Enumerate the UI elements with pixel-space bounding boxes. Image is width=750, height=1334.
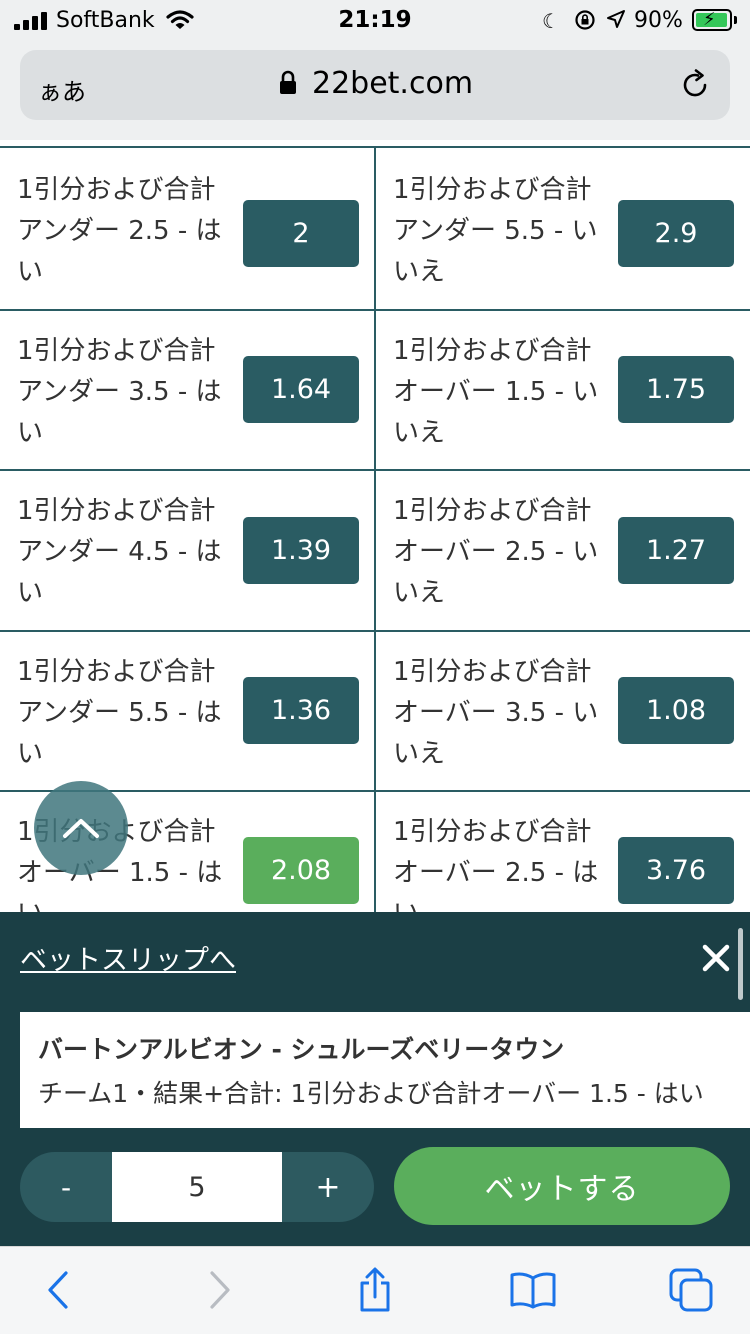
market-cell[interactable]: 1引分および合計アンダー 4.5 - はい 1.39 — [0, 471, 374, 630]
bet-slip-link[interactable]: ベットスリップへ — [20, 938, 236, 977]
close-icon[interactable] — [700, 942, 732, 978]
place-bet-button[interactable]: ベットする — [394, 1147, 730, 1225]
bookmarks-icon[interactable] — [508, 1265, 558, 1315]
market-cell[interactable]: 1引分および合計オーバー 2.5 - はい 3.76 — [376, 792, 750, 914]
selection-detail: チーム1・結果+合計: 1引分および合計オーバー 1.5 - はい — [38, 1079, 704, 1108]
odds-button[interactable]: 1.64 — [243, 356, 359, 423]
moon-icon: ☾ — [542, 9, 560, 33]
row-divider — [0, 630, 750, 632]
odds-button-selected[interactable]: 2.08 — [243, 837, 359, 904]
market-cell[interactable]: 1引分および合計オーバー 3.5 - いいえ 1.08 — [376, 632, 750, 791]
market-label: 1引分および合計オーバー 2.5 - はい — [393, 817, 599, 914]
text-size-button[interactable]: ぁあ — [38, 72, 86, 107]
tabs-icon[interactable] — [666, 1265, 716, 1315]
odds-button[interactable]: 3.76 — [618, 837, 734, 904]
browser-address-area: ぁあ 22bet.com — [0, 40, 750, 140]
scroll-to-top-button[interactable] — [34, 781, 128, 875]
market-label: 1引分および合計アンダー 3.5 - はい — [17, 336, 222, 448]
status-bar: SoftBank 21:19 ☾ 90% ⚡ — [0, 0, 750, 40]
market-cell[interactable]: 1引分および合計アンダー 3.5 - はい 1.64 — [0, 311, 374, 470]
rotation-lock-icon — [574, 9, 596, 35]
bolt-icon: ⚡ — [703, 9, 716, 30]
browser-toolbar — [0, 1246, 750, 1334]
forward-icon[interactable] — [194, 1265, 244, 1315]
odds-button[interactable]: 1.36 — [243, 677, 359, 744]
screen: SoftBank 21:19 ☾ 90% ⚡ ぁあ 22bet.com 1引分お… — [0, 0, 750, 1334]
share-icon[interactable] — [350, 1265, 400, 1315]
odds-button[interactable]: 2.9 — [618, 200, 734, 267]
reload-icon[interactable] — [678, 68, 712, 106]
url-text[interactable]: 22bet.com — [312, 66, 473, 101]
market-label: 1引分および合計アンダー 4.5 - はい — [17, 496, 222, 608]
decrease-stake-button[interactable]: - — [20, 1152, 112, 1222]
market-label: 1引分および合計アンダー 5.5 - はい — [17, 657, 222, 769]
odds-button[interactable]: 2 — [243, 200, 359, 267]
lock-icon — [278, 70, 298, 100]
column-divider — [374, 146, 376, 914]
battery-percent: 90% — [634, 8, 683, 33]
back-icon[interactable] — [34, 1265, 84, 1315]
market-label: 1引分および合計オーバー 3.5 - いいえ — [393, 657, 599, 769]
market-cell[interactable]: 1引分および合計アンダー 5.5 - いいえ 2.9 — [376, 150, 750, 309]
address-bar[interactable]: ぁあ 22bet.com — [20, 50, 730, 120]
market-label: 1引分および合計アンダー 2.5 - はい — [17, 175, 222, 287]
market-label: 1引分および合計オーバー 1.5 - いいえ — [393, 336, 599, 448]
scrollbar[interactable] — [738, 928, 743, 1000]
market-cell[interactable]: 1引分および合計オーバー 2.5 - いいえ 1.27 — [376, 471, 750, 630]
market-cell[interactable]: 1引分および合計アンダー 2.5 - はい 2 — [0, 150, 374, 309]
location-arrow-icon — [606, 9, 626, 34]
battery-nub — [734, 16, 737, 24]
row-divider — [0, 469, 750, 471]
row-divider — [0, 146, 750, 148]
row-divider — [0, 790, 750, 792]
row-divider — [0, 309, 750, 311]
chevron-up-icon — [63, 819, 99, 838]
market-label: 1引分および合計アンダー 5.5 - いいえ — [393, 175, 598, 287]
market-cell[interactable]: 1引分および合計オーバー 1.5 - いいえ 1.75 — [376, 311, 750, 470]
odds-button[interactable]: 1.27 — [618, 517, 734, 584]
stake-input[interactable] — [112, 1152, 282, 1222]
stake-stepper: - + — [20, 1152, 374, 1222]
match-title: バートンアルビオン - シュルーズベリータウン — [38, 1035, 565, 1064]
odds-button[interactable]: 1.08 — [618, 677, 734, 744]
odds-button[interactable]: 1.39 — [243, 517, 359, 584]
increase-stake-button[interactable]: + — [282, 1152, 374, 1222]
odds-button[interactable]: 1.75 — [618, 356, 734, 423]
bet-slip-selection: バートンアルビオン - シュルーズベリータウン チーム1・結果+合計: 1引分お… — [20, 1012, 750, 1128]
market-cell[interactable]: 1引分および合計アンダー 5.5 - はい 1.36 — [0, 632, 374, 791]
market-label: 1引分および合計オーバー 2.5 - いいえ — [393, 496, 599, 608]
bet-slip-panel: ベットスリップへ バートンアルビオン - シュルーズベリータウン チーム1・結果… — [0, 912, 750, 1246]
